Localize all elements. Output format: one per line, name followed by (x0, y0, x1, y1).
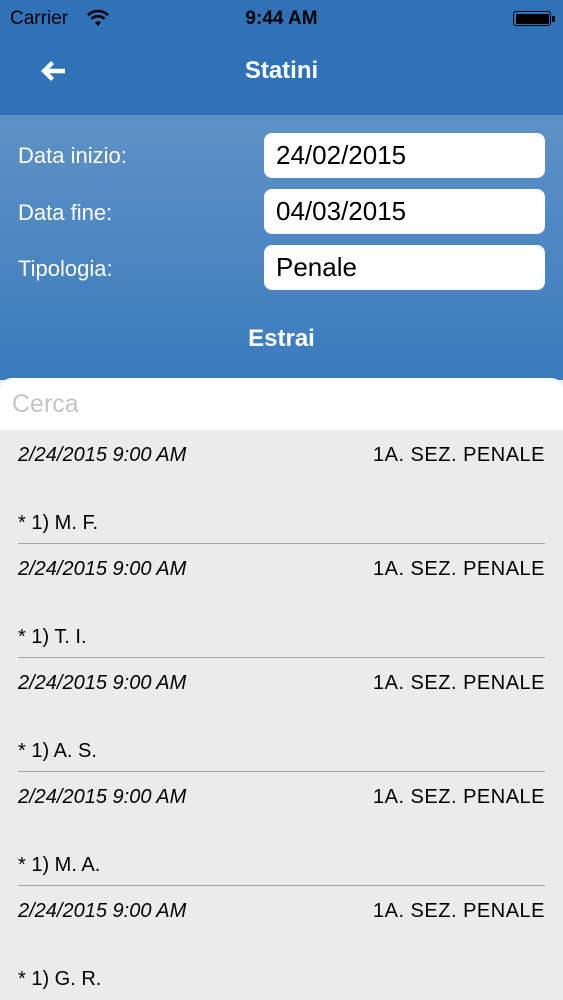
item-section: 1A. SEZ. PENALE (372, 672, 545, 694)
list-item[interactable]: 2/24/2015 9:00 AM 1A. SEZ. PENALE * 1) A… (0, 658, 563, 772)
item-section: 1A. SEZ. PENALE (372, 558, 545, 580)
item-date: 2/24/2015 9:00 AM (18, 558, 187, 580)
filter-form: Data inizio: 24/02/2015 Data fine: 04/03… (0, 115, 563, 380)
item-date: 2/24/2015 9:00 AM (18, 444, 187, 466)
item-date: 2/24/2015 9:00 AM (18, 786, 187, 808)
item-date: 2/24/2015 9:00 AM (18, 672, 187, 694)
list-item[interactable]: 2/24/2015 9:00 AM 1A. SEZ. PENALE * 1) T… (0, 544, 563, 658)
navigation-bar: Statini (0, 38, 563, 115)
results-list: 2/24/2015 9:00 AM 1A. SEZ. PENALE * 1) M… (0, 430, 563, 1000)
item-section: 1A. SEZ. PENALE (372, 444, 545, 466)
type-field[interactable]: Penale (264, 245, 545, 290)
item-name: * 1) M. F. (18, 512, 99, 534)
search-input[interactable]: Cerca (0, 378, 563, 430)
end-date-label: Data fine: (18, 200, 113, 225)
extract-button[interactable]: Estrai (0, 325, 563, 353)
start-date-label: Data inizio: (18, 143, 127, 168)
end-date-field[interactable]: 04/03/2015 (264, 189, 545, 234)
item-date: 2/24/2015 9:00 AM (18, 900, 187, 922)
item-name: * 1) T. I. (18, 626, 87, 648)
status-bar: Carrier 9:44 AM (0, 0, 563, 38)
battery-icon (513, 11, 555, 26)
page-title: Statini (244, 57, 319, 84)
start-date-field[interactable]: 24/02/2015 (264, 133, 545, 178)
item-name: * 1) M. A. (18, 854, 101, 876)
item-section: 1A. SEZ. PENALE (372, 900, 545, 922)
status-time: 9:44 AM (245, 8, 318, 29)
item-name: * 1) G. R. (18, 968, 102, 990)
list-item[interactable]: 2/24/2015 9:00 AM 1A. SEZ. PENALE * 1) M… (0, 772, 563, 886)
list-item[interactable]: 2/24/2015 9:00 AM 1A. SEZ. PENALE * 1) G… (0, 886, 563, 1000)
list-item[interactable]: 2/24/2015 9:00 AM 1A. SEZ. PENALE * 1) M… (0, 430, 563, 544)
item-section: 1A. SEZ. PENALE (372, 786, 545, 808)
item-name: * 1) A. S. (18, 740, 97, 762)
type-label: Tipologia: (18, 256, 113, 281)
